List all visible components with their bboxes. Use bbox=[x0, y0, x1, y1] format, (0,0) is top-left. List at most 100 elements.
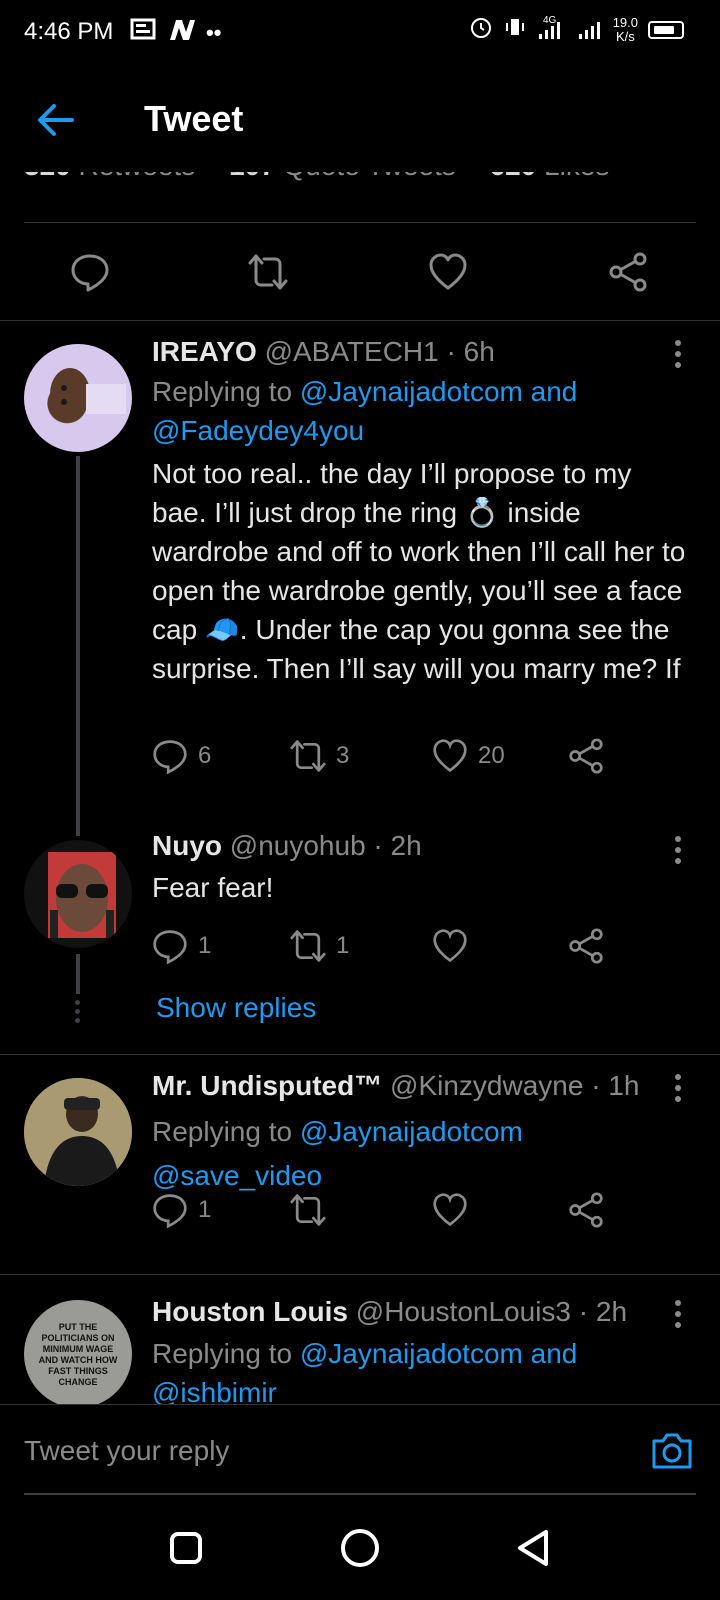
reply-text: Fear fear! bbox=[152, 872, 274, 903]
avatar[interactable] bbox=[24, 344, 132, 452]
reply-time: · 2h bbox=[578, 1296, 628, 1327]
reply-icon bbox=[153, 930, 187, 964]
reply-compose-bar: Tweet your reply bbox=[0, 1404, 720, 1496]
reply-time: · 1h bbox=[591, 1070, 640, 1101]
more-notifications-icon: •• bbox=[206, 20, 222, 45]
reply-item[interactable]: PUT THE POLITICIANS ON MINIMUM WAGE AND … bbox=[0, 1274, 720, 1404]
avatar[interactable] bbox=[24, 1078, 132, 1186]
thread-dots bbox=[75, 1000, 81, 1023]
avatar[interactable] bbox=[24, 840, 132, 948]
reply-button[interactable]: 1 bbox=[152, 928, 211, 964]
reply-time: · 6h bbox=[446, 336, 495, 367]
heart-icon bbox=[433, 929, 467, 963]
more-options-button[interactable] bbox=[674, 836, 682, 866]
share-icon bbox=[569, 1192, 603, 1228]
camera-button[interactable] bbox=[650, 1431, 694, 1471]
retweet-icon bbox=[248, 254, 288, 290]
reply-author-name[interactable]: Houston Louis bbox=[152, 1296, 348, 1327]
n-app-icon bbox=[168, 18, 196, 48]
input-underline bbox=[24, 1493, 696, 1495]
like-button[interactable]: 20 bbox=[432, 738, 505, 774]
triangle-back-icon bbox=[518, 1530, 548, 1566]
reply-author-handle[interactable]: @Kinzydwayne bbox=[390, 1070, 583, 1101]
reply-author-handle[interactable]: @ABATECH1 bbox=[265, 336, 439, 367]
mention-link[interactable]: @Jaynaijadotcom and bbox=[300, 376, 577, 407]
reply-item[interactable]: Mr. Undisputed™ @Kinzydwayne · 1h Replyi… bbox=[0, 1054, 720, 1274]
more-options-button[interactable] bbox=[674, 1074, 682, 1104]
replying-to: Replying to @Jaynaijadotcom and @ishbimi… bbox=[152, 1334, 577, 1404]
share-button[interactable] bbox=[568, 738, 604, 774]
reply-author-name[interactable]: Mr. Undisputed™ bbox=[152, 1070, 382, 1101]
show-replies-link[interactable]: Show replies bbox=[156, 992, 316, 1024]
retweet-button[interactable] bbox=[290, 1192, 326, 1228]
retweet-icon bbox=[290, 1194, 326, 1226]
home-button[interactable] bbox=[338, 1526, 382, 1570]
vibrate-icon bbox=[503, 15, 527, 44]
retweet-icon bbox=[290, 930, 326, 962]
back-button[interactable] bbox=[36, 100, 76, 140]
reply-button[interactable]: 1 bbox=[152, 1192, 211, 1228]
recents-button[interactable] bbox=[164, 1526, 208, 1570]
reply-author-name[interactable]: Nuyo bbox=[152, 830, 222, 861]
reply-item[interactable]: Nuyo @nuyohub · 2h Fear fear! 1 1 Show r… bbox=[0, 820, 720, 1050]
replying-to: Replying to @Jaynaijadotcom @save_video bbox=[152, 1116, 523, 1191]
more-options-button[interactable] bbox=[674, 340, 682, 370]
reply-input[interactable]: Tweet your reply bbox=[24, 1435, 229, 1467]
reply-icon bbox=[71, 254, 109, 292]
mention-link[interactable]: @ishbimir bbox=[152, 1377, 277, 1404]
reply-button[interactable] bbox=[70, 252, 110, 292]
share-button[interactable] bbox=[568, 1192, 604, 1228]
share-button[interactable] bbox=[568, 928, 604, 964]
app-header: Tweet bbox=[0, 64, 720, 172]
share-icon bbox=[569, 928, 603, 964]
reply-time: · 2h bbox=[373, 830, 422, 861]
main-tweet-actions bbox=[0, 232, 720, 312]
news-app-icon bbox=[130, 18, 158, 48]
retweet-icon bbox=[290, 740, 326, 772]
thread-line bbox=[76, 456, 80, 836]
page-title: Tweet bbox=[144, 98, 244, 139]
reply-text: Not too real.. the day I’ll propose to m… bbox=[152, 458, 686, 684]
like-button[interactable] bbox=[428, 252, 468, 292]
reply-icon bbox=[153, 1194, 187, 1228]
mention-link[interactable]: @Fadeydey4you bbox=[152, 415, 364, 446]
svg-text:4G: 4G bbox=[543, 15, 557, 26]
heart-icon bbox=[433, 739, 467, 773]
share-icon bbox=[609, 252, 647, 292]
square-icon bbox=[170, 1532, 202, 1564]
avatar[interactable]: PUT THE POLITICIANS ON MINIMUM WAGE AND … bbox=[24, 1300, 132, 1404]
avatar-sign-text: PUT THE POLITICIANS ON MINIMUM WAGE AND … bbox=[38, 1322, 118, 1387]
replying-to: Replying to @Jaynaijadotcom and @Fadeyde… bbox=[152, 376, 578, 446]
like-button[interactable] bbox=[432, 1192, 468, 1228]
heart-icon bbox=[429, 253, 467, 290]
reply-item[interactable]: IREAYO @ABATECH1 · 6h Replying to @Jayna… bbox=[0, 320, 720, 840]
system-nav-bar bbox=[0, 1496, 720, 1600]
more-options-button[interactable] bbox=[674, 1300, 682, 1330]
reply-author-name[interactable]: IREAYO bbox=[152, 336, 257, 367]
back-arrow-icon bbox=[38, 104, 74, 136]
mention-link[interactable]: @save_video bbox=[152, 1160, 322, 1191]
thread-line bbox=[76, 954, 80, 994]
share-button[interactable] bbox=[608, 252, 648, 292]
back-nav-button[interactable] bbox=[512, 1526, 556, 1570]
signal-icon bbox=[577, 14, 603, 45]
divider bbox=[24, 222, 696, 223]
mention-link[interactable]: @Jaynaijadotcom and bbox=[300, 1338, 577, 1369]
like-button[interactable] bbox=[432, 928, 468, 964]
battery-icon bbox=[648, 20, 684, 39]
retweet-button[interactable] bbox=[248, 252, 288, 292]
reply-button[interactable]: 6 bbox=[152, 738, 211, 774]
reply-icon bbox=[153, 740, 187, 774]
status-bar: 4:46 PM •• 4G 19.0 K/s bbox=[0, 0, 720, 64]
reply-actions: 6 3 20 bbox=[152, 738, 672, 782]
reply-actions: 1 bbox=[152, 1192, 672, 1236]
reply-actions: 1 1 bbox=[152, 928, 672, 972]
retweet-button[interactable]: 3 bbox=[290, 738, 349, 774]
reply-author-handle[interactable]: @nuyohub bbox=[230, 830, 366, 861]
share-icon bbox=[569, 738, 603, 774]
reply-author-handle[interactable]: @HoustonLouis3 bbox=[356, 1296, 571, 1327]
camera-icon bbox=[652, 1433, 692, 1469]
retweet-button[interactable]: 1 bbox=[290, 928, 349, 964]
alarm-icon bbox=[469, 15, 493, 44]
mention-link[interactable]: @Jaynaijadotcom bbox=[300, 1116, 523, 1147]
